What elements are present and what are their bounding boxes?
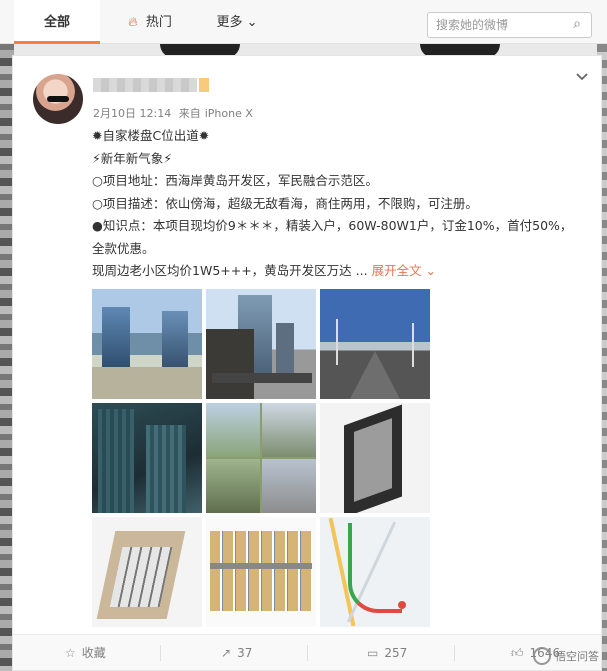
content-line: ⚡新年新气象⚡ <box>92 150 173 166</box>
chevron-down-icon: ⌄ <box>246 15 258 30</box>
tab-label: 热门 <box>145 15 172 30</box>
photo-floor-plan[interactable] <box>206 517 316 627</box>
star-icon: ☆ <box>65 646 76 660</box>
photo-3d-interior[interactable] <box>92 517 202 627</box>
search-box[interactable]: ⌕ <box>427 12 592 38</box>
thumbs-up-icon: 👍︎ <box>511 646 524 660</box>
content-line: ✹自家楼盘C位出道✹ <box>92 128 210 143</box>
comment-button[interactable]: ▭ 257 <box>367 635 407 671</box>
top-navigation: 全部 🔥︎ 热门 更多 ⌄ ⌕ <box>0 0 607 44</box>
tab-label: 更多 <box>216 15 243 30</box>
vip-badge-icon <box>199 78 209 92</box>
photo-building-render[interactable] <box>92 289 202 399</box>
photo-grid <box>92 289 432 634</box>
search-icon[interactable]: ⌕ <box>573 16 581 32</box>
repost-button[interactable]: ↗ 37 <box>221 635 252 671</box>
username-blurred[interactable] <box>93 78 197 92</box>
comment-icon: ▭ <box>367 646 379 660</box>
photo-office-towers[interactable] <box>206 289 316 399</box>
favorite-button[interactable]: ☆ 收藏 <box>65 635 106 671</box>
post-meta: 2月10日 12:14 来自 iPhone X <box>93 105 257 121</box>
photo-3d-floorplan[interactable] <box>320 403 430 513</box>
tab-all[interactable]: 全部 <box>14 0 100 44</box>
repost-icon: ↗ <box>221 646 232 660</box>
post-source-prefix: 来自 <box>178 107 201 120</box>
post-source: iPhone X <box>204 107 253 120</box>
divider <box>454 645 455 661</box>
post-date[interactable]: 2月10日 12:14 <box>93 107 171 120</box>
photo-street-road[interactable] <box>320 289 430 399</box>
post-content: ✹自家楼盘C位出道✹ ⚡新年新气象⚡ ○项目地址：西海岸黄岛开发区，军民融合示范… <box>92 125 582 283</box>
chevron-down-icon[interactable] <box>575 70 589 84</box>
content-line: ○项目地址：西海岸黄岛开发区，军民融合示范区。 <box>92 173 378 188</box>
tab-label: 全部 <box>43 15 70 30</box>
comment-count: 257 <box>384 646 408 660</box>
action-bar: ☆ 收藏 ↗ 37 ▭ 257 👍︎ 1646 <box>13 634 601 670</box>
photo-map[interactable] <box>320 517 430 627</box>
search-input[interactable] <box>428 13 558 37</box>
tab-more[interactable]: 更多 ⌄ <box>207 0 267 44</box>
photo-glass-towers[interactable] <box>92 403 202 513</box>
expand-full-text-link[interactable]: 展开全文 ⌄ <box>372 263 436 278</box>
favorite-label: 收藏 <box>81 646 106 660</box>
divider <box>160 645 161 661</box>
flame-icon: 🔥︎ <box>128 15 138 30</box>
content-line: ●知识点：本项目现均价9＊＊＊，精装入户，60W-80W1户，订金10%，首付5… <box>92 218 573 256</box>
tab-hot[interactable]: 🔥︎ 热门 <box>120 0 180 44</box>
content-text: 现周边老小区均价1W5+++，黄岛开发区万达 ... <box>92 263 368 278</box>
watermark: 悟空问答 <box>533 647 599 665</box>
content-line-last: 现周边老小区均价1W5+++，黄岛开发区万达 ... 展开全文 ⌄ <box>92 260 582 283</box>
wukong-logo-icon <box>533 647 551 665</box>
repost-count: 37 <box>237 646 253 660</box>
content-line: ○项目描述：依山傍海，超级无敌看海，商住两用，不限购，可注册。 <box>92 195 478 211</box>
avatar[interactable] <box>33 74 83 124</box>
post-card: 2月10日 12:14 来自 iPhone X ✹自家楼盘C位出道✹ ⚡新年新气象… <box>12 55 602 671</box>
divider <box>307 645 308 661</box>
watermark-text: 悟空问答 <box>555 650 599 663</box>
photo-collage[interactable] <box>206 403 316 513</box>
